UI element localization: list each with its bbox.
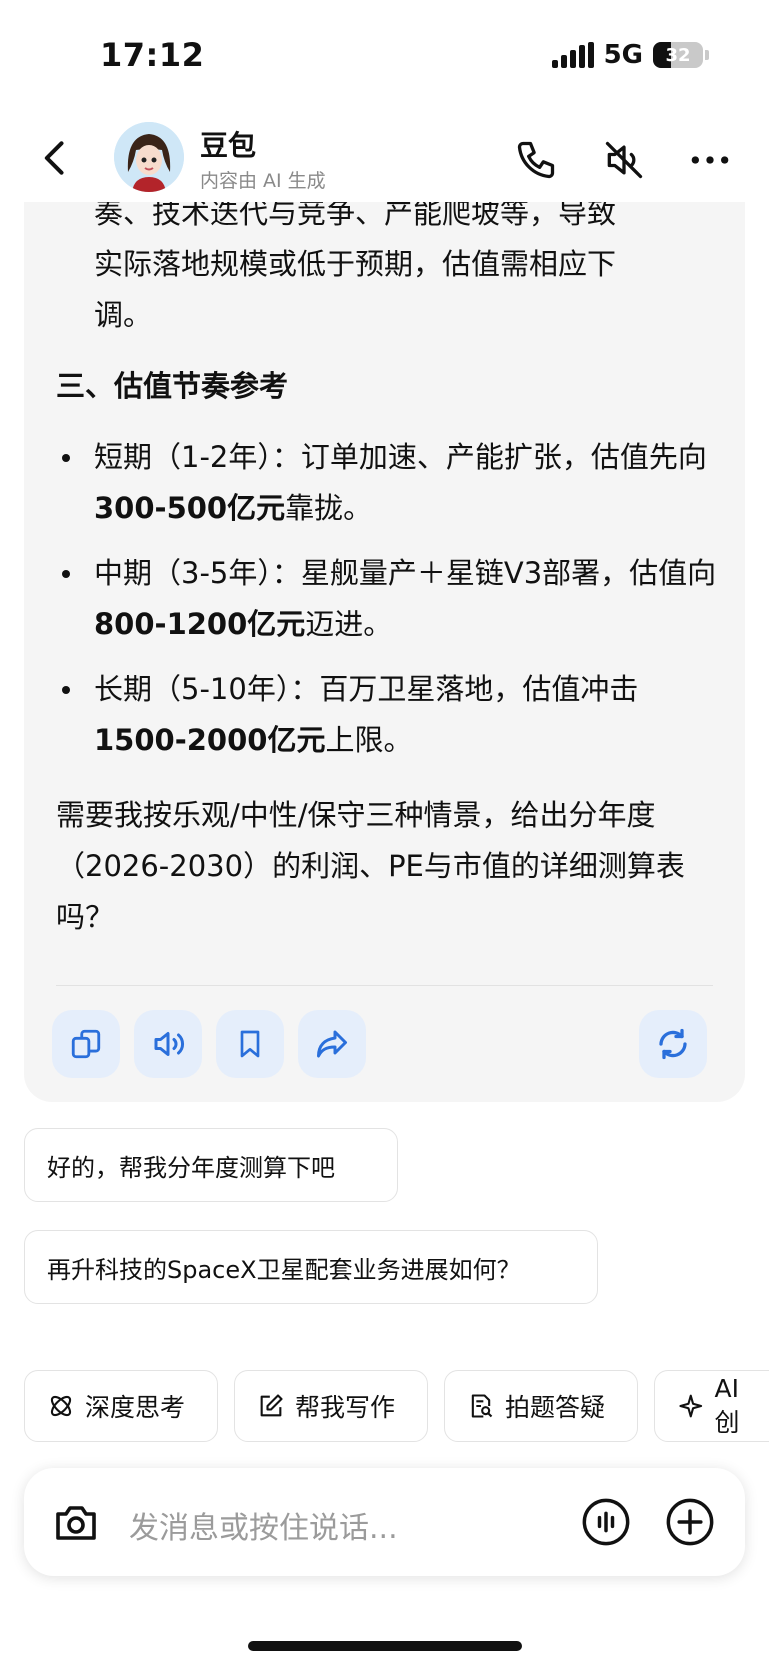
share-icon [317,1030,347,1058]
divider [56,985,713,986]
message-input-bar: 发消息或按住说话... [24,1468,745,1576]
mute-icon[interactable] [602,138,646,182]
add-icon[interactable] [664,1496,716,1548]
message-partial-line: 实际落地规模或低于预期，估值需相应下 [94,247,617,281]
list-item: 长期（5-10年）：百万卫星落地，估值冲击1500-2000亿元上限。 [56,664,717,766]
ai-generated-note: 内容由 AI 生成 [200,170,326,192]
copy-button[interactable] [52,1010,120,1078]
tool-label: AI 创 [714,1373,740,1437]
camera-icon[interactable] [52,1498,100,1546]
follow-up-question: 需要我按乐观/中性/保守三种情景，给出分年度（2026-2030）的利润、PE与… [56,798,685,934]
phone-icon[interactable] [514,138,558,182]
avatar[interactable] [114,122,184,192]
regenerate-button[interactable] [639,1010,707,1078]
atom-icon [50,1395,72,1417]
tool-label: 帮我写作 [295,1393,396,1422]
bookmark-button[interactable] [216,1010,284,1078]
battery-tip [705,50,709,60]
signal-icon [551,42,594,68]
tool-label: 深度思考 [85,1393,186,1422]
list-item: 短期（1-2年）：订单加速、产能扩张，估值先向300-500亿元靠拢。 [56,432,717,534]
network-label: 5G [603,40,643,70]
status-indicators: 5G 32 [551,40,709,70]
doc-search-icon [471,1394,493,1418]
message-input[interactable]: 发消息或按住说话... [129,1503,398,1547]
status-time: 17:12 [100,36,205,74]
tool-ai-create[interactable]: AI 创 [654,1370,769,1442]
tool-photo-question[interactable]: 拍题答疑 [444,1370,638,1442]
edit-icon [260,1394,283,1417]
tool-writing[interactable]: 帮我写作 [234,1370,428,1442]
suggestion-chip[interactable]: 好的，帮我分年度测算下吧 [24,1128,398,1202]
assistant-message-card: 奏、技术迭代与竞争、产能爬坡等，导致 实际落地规模或低于预期，估值需相应下 调。… [24,150,745,1102]
home-indicator[interactable] [248,1641,522,1651]
bullet-list: 短期（1-2年）：订单加速、产能扩张，估值先向300-500亿元靠拢。 中期（3… [56,432,717,766]
regenerate-icon [659,1028,687,1060]
battery-icon: 32 [653,42,703,68]
suggestion-chip[interactable]: 再升科技的SpaceX卫星配套业务进展如何？ [24,1230,598,1304]
chat-header: 豆包 内容由 AI 生成 [0,118,769,202]
read-aloud-button[interactable] [134,1010,202,1078]
list-item: 中期（3-5年）：星舰量产＋星链V3部署，估值向800-1200亿元迈进。 [56,548,717,650]
back-icon[interactable] [34,136,78,180]
tool-deep-thinking[interactable]: 深度思考 [24,1370,218,1442]
copy-icon [71,1029,101,1059]
battery-level: 32 [665,44,691,66]
assistant-name: 豆包 [200,129,257,162]
voice-icon[interactable] [580,1496,632,1548]
sparkle-icon [679,1394,703,1418]
share-button[interactable] [298,1010,366,1078]
bookmark-icon [240,1030,260,1058]
more-icon[interactable] [688,138,732,182]
message-partial-line: 调。 [94,298,153,332]
speaker-icon [154,1032,185,1056]
section-title: 三、估值节奏参考 [56,369,289,403]
tool-label: 拍题答疑 [505,1393,606,1422]
